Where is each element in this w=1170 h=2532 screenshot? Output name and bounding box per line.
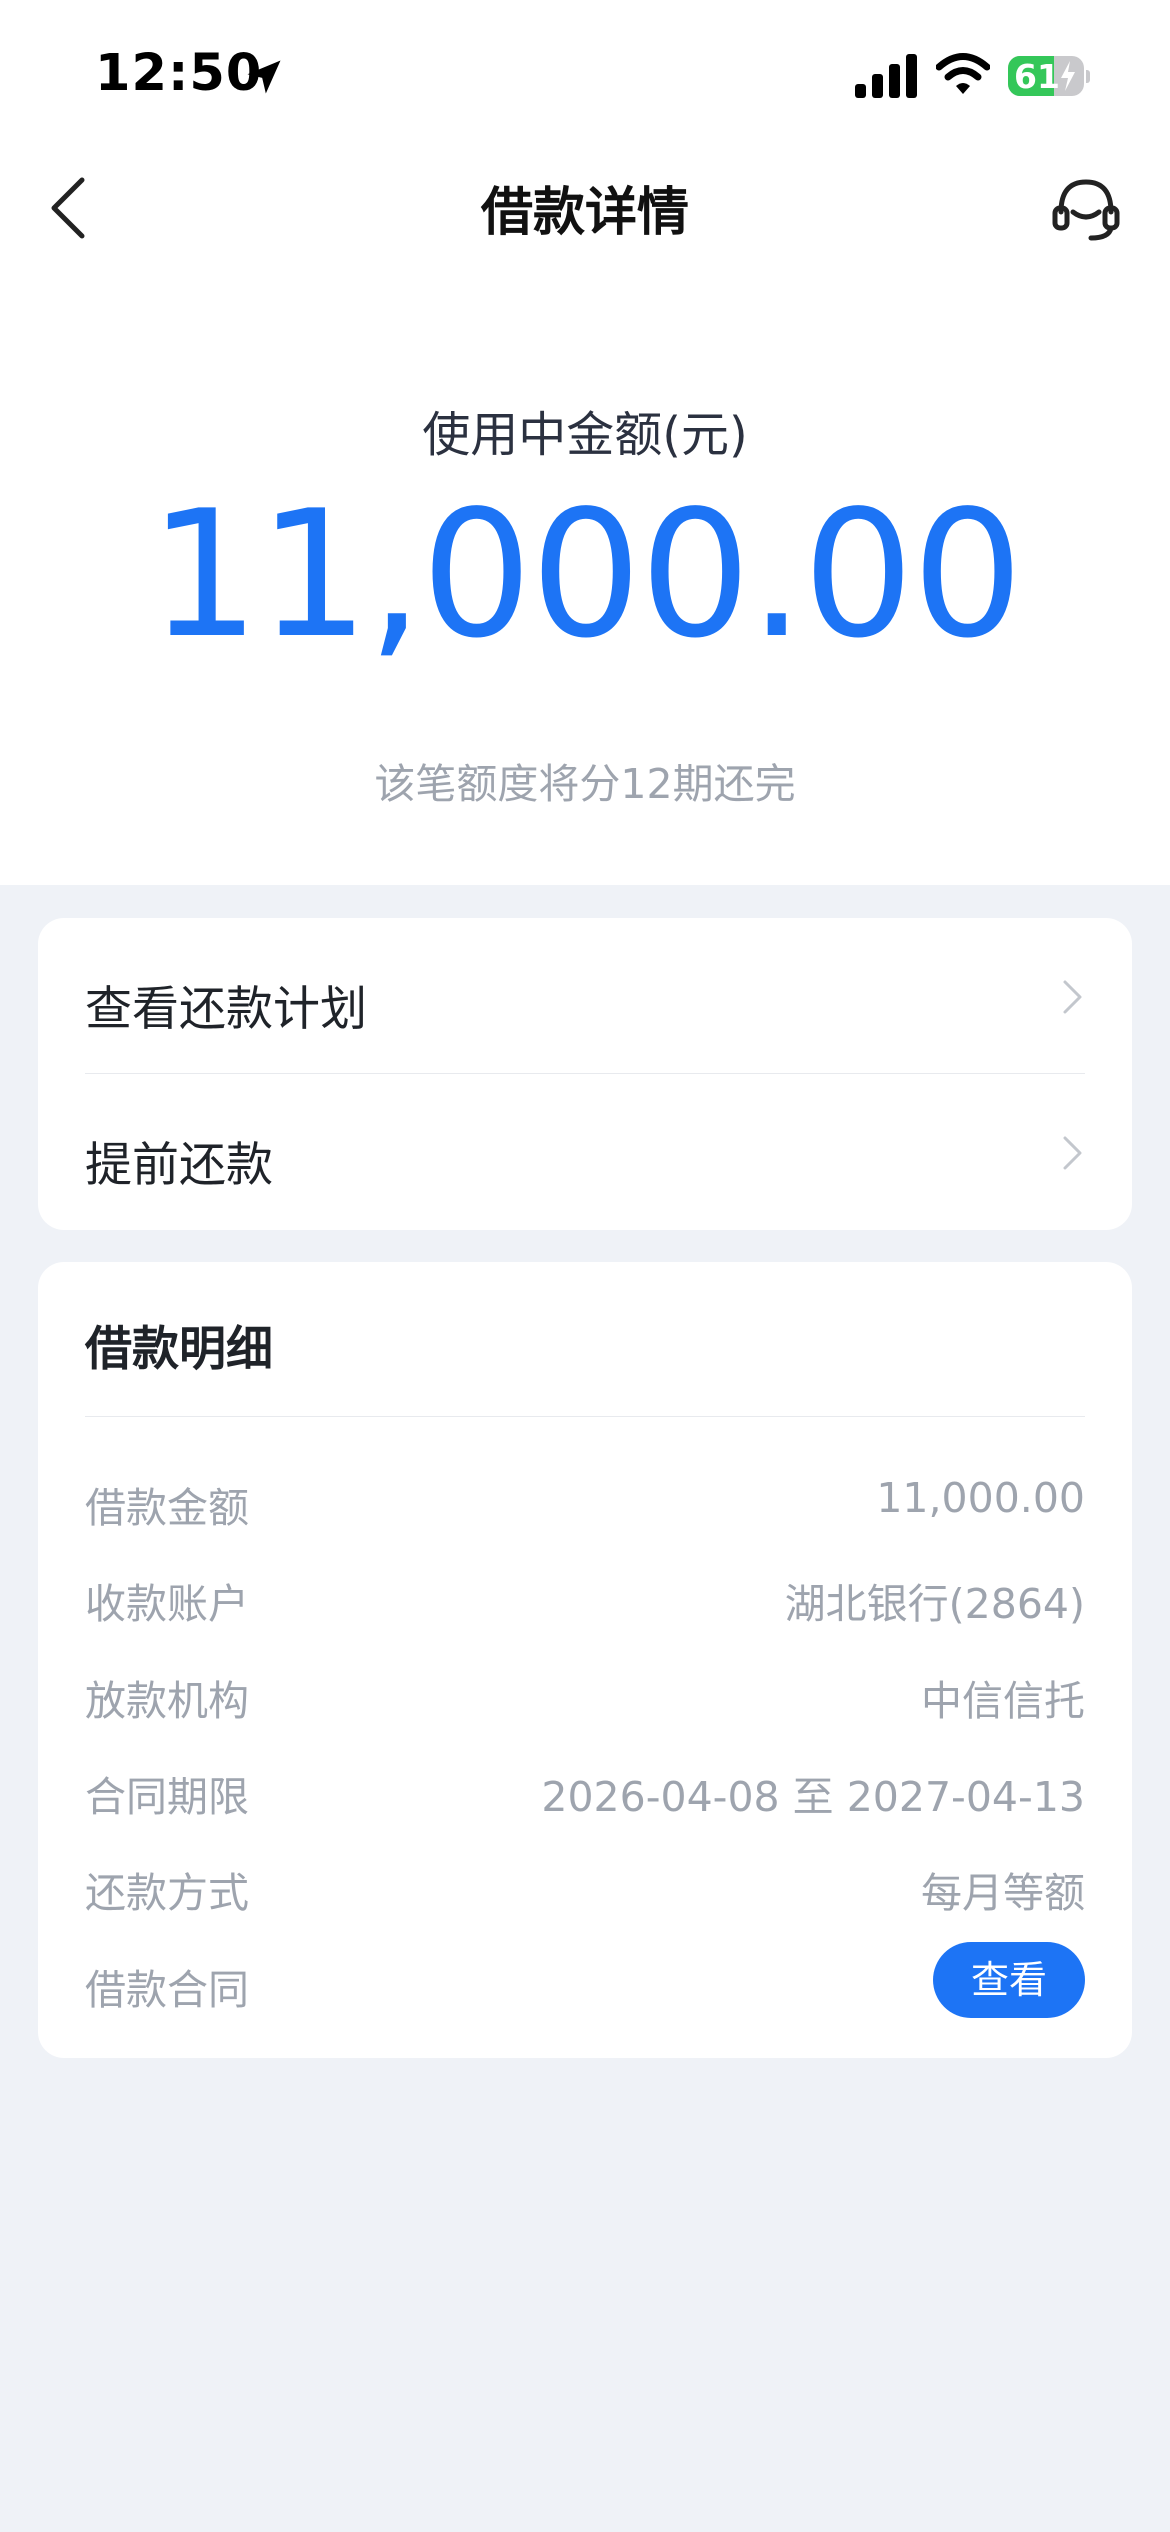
detail-key: 合同期限 — [85, 1773, 249, 1821]
divider — [85, 1416, 1085, 1417]
repayment-plan-row[interactable]: 查看还款计划 — [38, 918, 1132, 1074]
detail-value: 湖北银行(2864) — [784, 1580, 1085, 1628]
detail-row-repayment-method: 还款方式 每月等额 — [85, 1859, 1085, 1919]
wifi-icon — [936, 53, 990, 94]
detail-value: 11,000.00 — [876, 1474, 1085, 1522]
detail-value: 每月等额 — [921, 1869, 1085, 1917]
chevron-right-icon — [1063, 980, 1082, 1014]
detail-row-receiving-account: 收款账户 湖北银行(2864) — [85, 1570, 1085, 1630]
battery-level-text: 61 — [1014, 57, 1060, 96]
early-repayment-label: 提前还款 — [85, 1138, 273, 1193]
detail-key: 放款机构 — [85, 1677, 249, 1725]
detail-key: 借款金额 — [85, 1484, 249, 1532]
detail-row-loan-amount: 借款金额 11,000.00 — [85, 1474, 1085, 1534]
location-arrow-icon — [247, 60, 281, 94]
detail-row-contract-term: 合同期限 2026-04-08 至 2027-04-13 — [85, 1763, 1085, 1823]
installment-note: 该笔额度将分12期还完 — [374, 760, 796, 808]
actions-card: 查看还款计划 提前还款 — [38, 918, 1132, 1230]
view-contract-button[interactable]: 查看 — [933, 1942, 1085, 2018]
repayment-plan-label: 查看还款计划 — [85, 982, 367, 1037]
page-title: 借款详情 — [480, 183, 689, 243]
detail-key: 还款方式 — [85, 1869, 249, 1917]
status-time: 12:50 — [95, 44, 263, 103]
cellular-signal-icon — [855, 54, 917, 98]
detail-row-loan-contract: 借款合同 查看 — [85, 1942, 1085, 2018]
amount-in-use-value: 11,000.00 — [148, 474, 1024, 677]
customer-service-headset-icon[interactable] — [1051, 176, 1121, 242]
loan-detail-title: 借款明细 — [85, 1322, 273, 1377]
detail-value: 2026-04-08 至 2027-04-13 — [541, 1773, 1085, 1821]
detail-value: 中信信托 — [921, 1677, 1085, 1725]
amount-in-use-label: 使用中金额(元) — [422, 407, 748, 463]
battery-indicator: 61 — [1008, 56, 1090, 98]
charging-bolt-icon — [1061, 61, 1075, 91]
loan-detail-card: 借款明细 借款金额 11,000.00 收款账户 湖北银行(2864) 放款机构… — [38, 1262, 1132, 2058]
detail-key: 借款合同 — [85, 1966, 249, 2014]
detail-row-lender: 放款机构 中信信托 — [85, 1667, 1085, 1727]
early-repayment-row[interactable]: 提前还款 — [38, 1074, 1132, 1230]
detail-key: 收款账户 — [85, 1580, 249, 1628]
chevron-right-icon — [1063, 1136, 1082, 1170]
